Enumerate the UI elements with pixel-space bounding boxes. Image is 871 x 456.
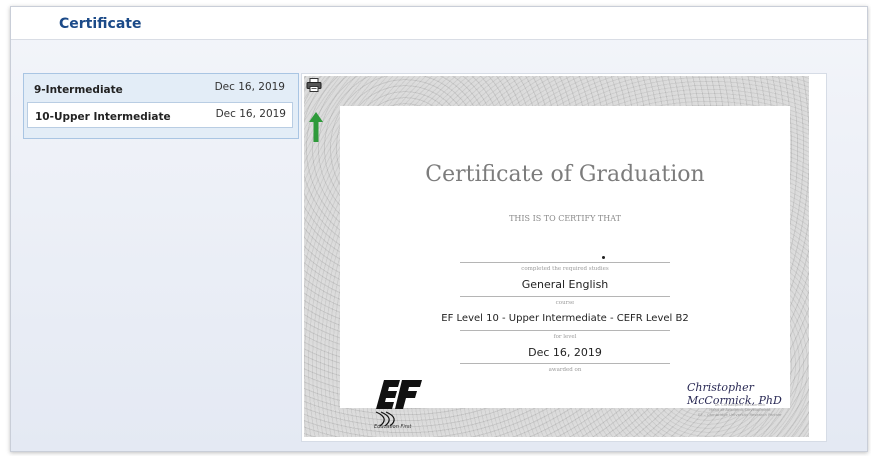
level-caption: for level [553, 334, 577, 340]
course-line [460, 296, 670, 297]
list-item-selected[interactable]: 10-Upper Intermediate Dec 16, 2019 [27, 102, 293, 128]
logo-caption: Education First [374, 424, 412, 430]
page-title: Certificate [59, 16, 142, 32]
page-header: Certificate [11, 7, 867, 40]
certificate-list: 9-Intermediate Dec 16, 2019 10-Upper Int… [23, 73, 299, 139]
list-item[interactable]: 9-Intermediate Dec 16, 2019 [27, 76, 291, 100]
signer-org: EF – Cambridge University Research Partn… [698, 412, 782, 417]
level-name: 10-Upper Intermediate [35, 111, 171, 123]
certify-text: THIS IS TO CERTIFY THAT [509, 214, 621, 223]
certificate-panel: Certificate of Graduation THIS IS TO CER… [301, 73, 827, 442]
certificate-frame: Certificate of Graduation THIS IS TO CER… [304, 76, 809, 437]
course-value: General English [521, 278, 609, 291]
level-value: EF Level 10 - Upper Intermediate - CEFR … [441, 313, 689, 324]
course-caption: course [555, 300, 575, 306]
date-caption: awarded on [548, 367, 582, 373]
app-window: Certificate 9-Intermediate Dec 16, 2019 … [10, 6, 868, 452]
level-date: Dec 16, 2019 [214, 81, 285, 93]
level-name: 9-Intermediate [34, 84, 123, 96]
date-value: Dec 16, 2019 [528, 346, 602, 359]
certificate-title: Certificate of Graduation [425, 162, 705, 187]
level-line [460, 330, 670, 331]
ef-logo [375, 380, 422, 427]
date-line [460, 363, 670, 364]
level-date: Dec 16, 2019 [215, 108, 286, 120]
arrow-up-icon [309, 112, 323, 142]
printer-icon[interactable] [306, 78, 322, 92]
completed-caption: completed the required studies [521, 266, 609, 272]
certificate-body: Certificate of Graduation THIS IS TO CER… [340, 106, 790, 430]
name-line [460, 262, 670, 263]
name-placeholder-dot [602, 256, 605, 259]
